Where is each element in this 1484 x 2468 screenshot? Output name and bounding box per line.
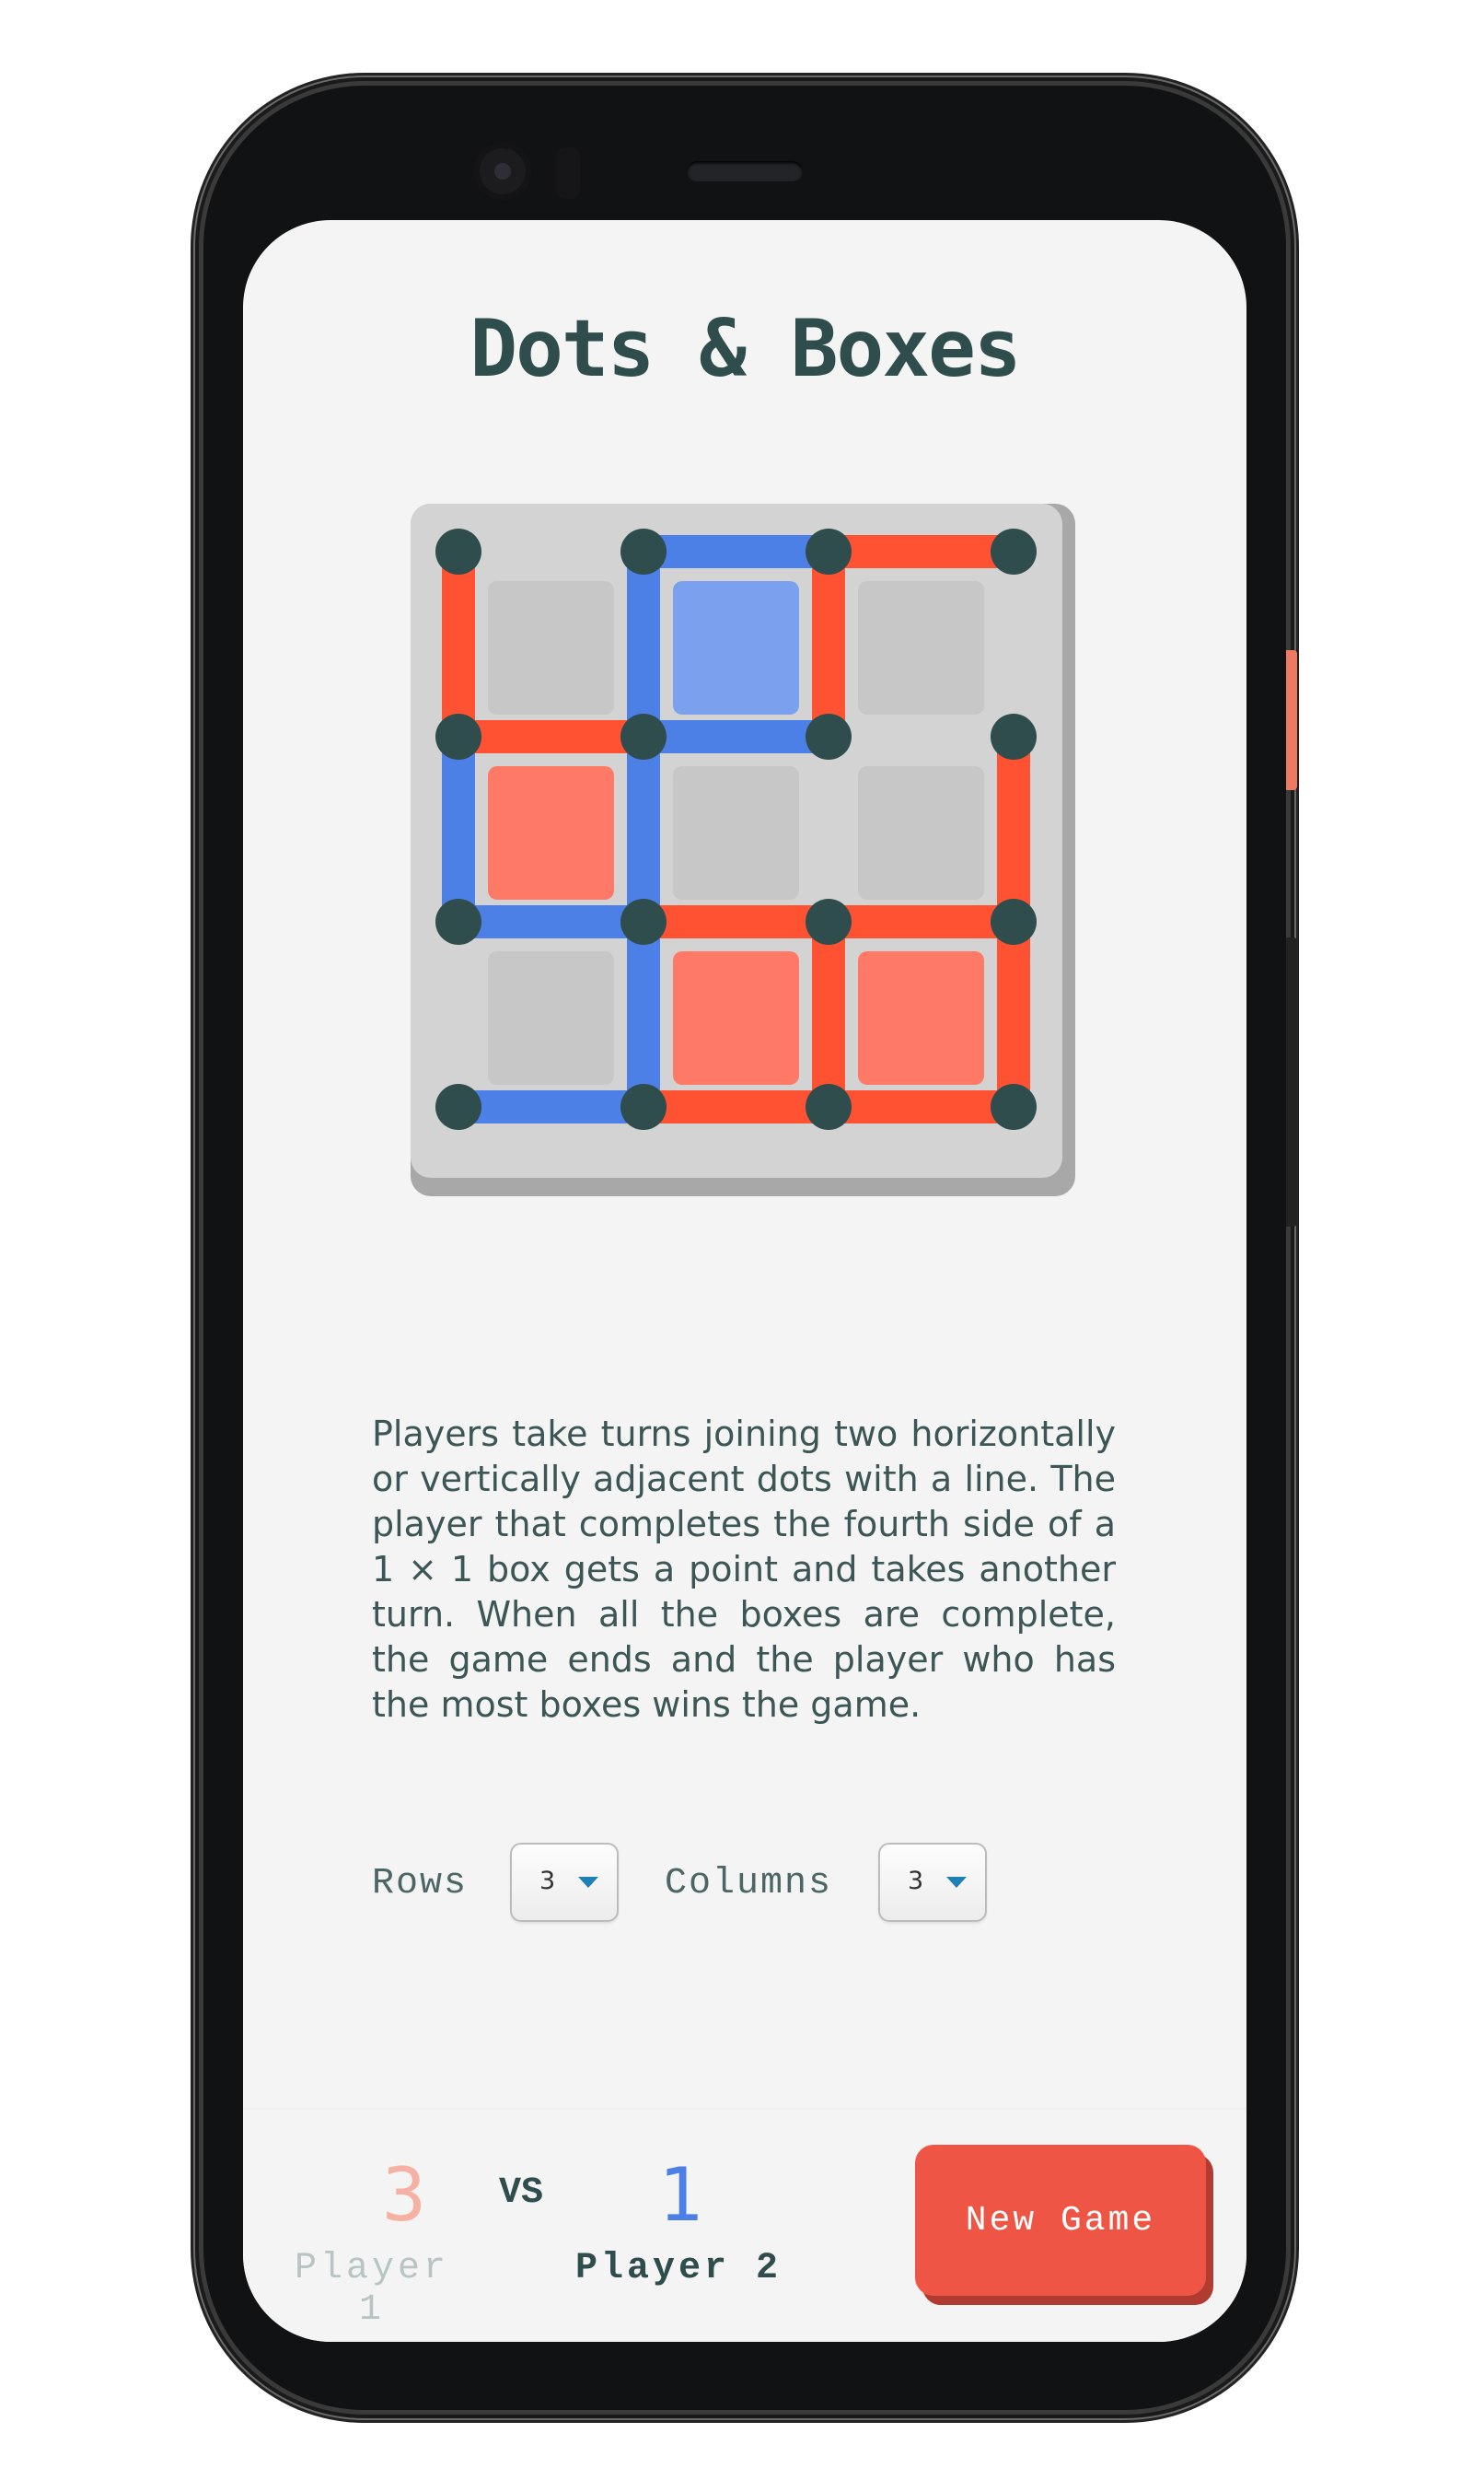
front-camera	[474, 143, 531, 200]
columns-select[interactable]: 3	[878, 1843, 987, 1922]
player2-score: 1	[657, 2152, 703, 2238]
board-dot	[991, 1084, 1037, 1130]
horizontal-line[interactable]	[458, 1090, 643, 1123]
vertical-line[interactable]	[997, 922, 1030, 1107]
horizontal-line[interactable]	[458, 535, 643, 568]
player1-label: Player 1	[294, 2248, 450, 2331]
earpiece-speaker	[687, 161, 803, 181]
board-dot	[620, 1084, 667, 1130]
vertical-line[interactable]	[442, 922, 475, 1107]
board-dot	[435, 714, 481, 760]
board-box	[488, 581, 614, 715]
horizontal-line[interactable]	[643, 720, 829, 753]
board-dot	[620, 714, 667, 760]
vertical-line[interactable]	[442, 552, 475, 737]
board-dot	[991, 529, 1037, 575]
board-box	[488, 766, 614, 900]
board-dot	[620, 899, 667, 945]
horizontal-line[interactable]	[829, 905, 1014, 938]
board-dot	[435, 529, 481, 575]
board-dot	[806, 714, 852, 760]
horizontal-line[interactable]	[829, 720, 1014, 753]
chevron-down-icon	[946, 1877, 967, 1888]
horizontal-line[interactable]	[829, 1090, 1014, 1123]
horizontal-line[interactable]	[458, 720, 643, 753]
board-box	[673, 581, 799, 715]
power-button	[1286, 650, 1297, 790]
player1-score: 3	[381, 2152, 427, 2238]
vertical-line[interactable]	[997, 552, 1030, 737]
board-box	[488, 951, 614, 1085]
new-game-button[interactable]: New Game	[915, 2145, 1206, 2296]
board-dot	[435, 899, 481, 945]
columns-label: Columns	[665, 1863, 833, 1904]
horizontal-line[interactable]	[829, 535, 1014, 568]
horizontal-line[interactable]	[643, 1090, 829, 1123]
board-dot	[991, 714, 1037, 760]
volume-button	[1286, 937, 1297, 1227]
board-box	[858, 951, 984, 1085]
chevron-down-icon	[578, 1877, 598, 1888]
horizontal-line[interactable]	[643, 905, 829, 938]
vertical-line[interactable]	[997, 737, 1030, 922]
rows-select-value: 3	[539, 1867, 556, 1895]
board-box	[673, 766, 799, 900]
board-dot	[806, 899, 852, 945]
game-rules-text: Players take turns joining two horizonta…	[372, 1414, 1116, 1725]
board-size-settings: Rows 3 Columns 3	[372, 1843, 1127, 1926]
board-box	[858, 581, 984, 715]
board-dot	[435, 1084, 481, 1130]
board-box	[673, 951, 799, 1085]
columns-select-value: 3	[908, 1867, 924, 1895]
vertical-line[interactable]	[812, 922, 845, 1107]
vs-label: VS	[499, 2172, 544, 2214]
vertical-line[interactable]	[627, 552, 660, 737]
rows-select[interactable]: 3	[510, 1843, 619, 1922]
scoreboard-footer: 3 Player 1 VS 1 Player 2 New Game	[243, 2110, 1246, 2342]
horizontal-line[interactable]	[643, 535, 829, 568]
page-title: Dots & Boxes	[470, 303, 1021, 395]
player2-label: Player 2	[574, 2248, 783, 2289]
board-dot	[806, 529, 852, 575]
game-board[interactable]	[411, 504, 1075, 1196]
app-screen: Dots & Boxes Players take turns joining …	[243, 220, 1246, 2342]
board-dot	[991, 899, 1037, 945]
vertical-line[interactable]	[627, 737, 660, 922]
board-box	[858, 766, 984, 900]
horizontal-line[interactable]	[458, 905, 643, 938]
vertical-line[interactable]	[812, 737, 845, 922]
proximity-sensor	[556, 147, 580, 199]
board-dot	[620, 529, 667, 575]
vertical-line[interactable]	[442, 737, 475, 922]
game-board-canvas[interactable]	[411, 504, 1075, 1196]
vertical-line[interactable]	[627, 922, 660, 1107]
vertical-line[interactable]	[812, 552, 845, 737]
board-dot	[806, 1084, 852, 1130]
rows-label: Rows	[372, 1863, 469, 1904]
